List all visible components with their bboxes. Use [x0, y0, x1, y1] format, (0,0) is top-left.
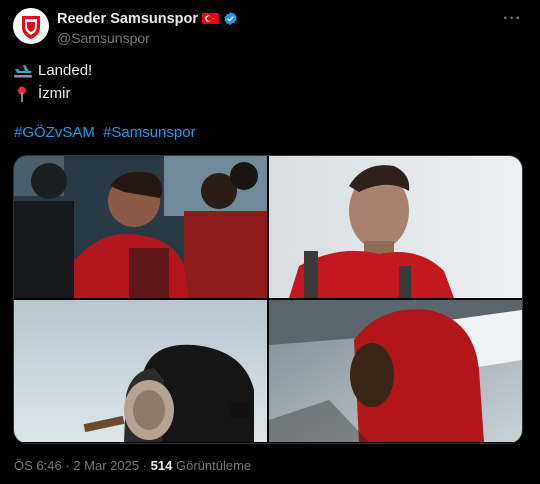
photo-headphones-closeup[interactable] — [14, 300, 267, 442]
hashtag-link[interactable]: #GÖZvSAM — [14, 124, 95, 141]
account-header: Reeder Samsunspor @Samsunspor — [57, 9, 238, 46]
separator: · — [142, 458, 148, 473]
display-name[interactable]: Reeder Samsunspor — [57, 11, 198, 27]
photo-player-portrait[interactable] — [269, 156, 522, 298]
post-date[interactable]: 2 Mar 2025 — [73, 458, 139, 473]
post-line-2: İzmir — [38, 85, 71, 102]
turkey-flag-icon — [202, 13, 220, 24]
more-options-icon[interactable]: ··· — [503, 10, 522, 28]
tweet: Reeder Samsunspor @Samsunspor ··· Landed… — [0, 0, 540, 484]
views-count: 514 — [150, 458, 173, 473]
verified-badge-icon[interactable] — [223, 11, 238, 26]
avatar[interactable] — [13, 8, 49, 44]
pin-icon — [14, 86, 32, 102]
photo-hooded-player[interactable] — [269, 300, 522, 442]
handle[interactable]: @Samsunspor — [57, 30, 238, 46]
separator: · — [65, 458, 70, 473]
tweet-text: Landed! İzmir — [14, 59, 92, 105]
hashtags: #GÖZvSAM #Samsunspor — [14, 124, 200, 141]
samsunspor-logo-icon — [15, 10, 47, 42]
plane-landing-icon — [14, 63, 32, 79]
photo-players-in-bus[interactable] — [14, 156, 267, 298]
hashtag-link[interactable]: #Samsunspor — [103, 124, 196, 141]
post-time[interactable]: ÖS 6:46 — [14, 458, 62, 473]
media-grid — [13, 155, 523, 444]
views-label: Görüntüleme — [175, 458, 252, 473]
tweet-meta: ÖS 6:46 · 2 Mar 2025 · 514 Görüntüleme — [14, 458, 251, 473]
post-line-1: Landed! — [38, 62, 93, 79]
